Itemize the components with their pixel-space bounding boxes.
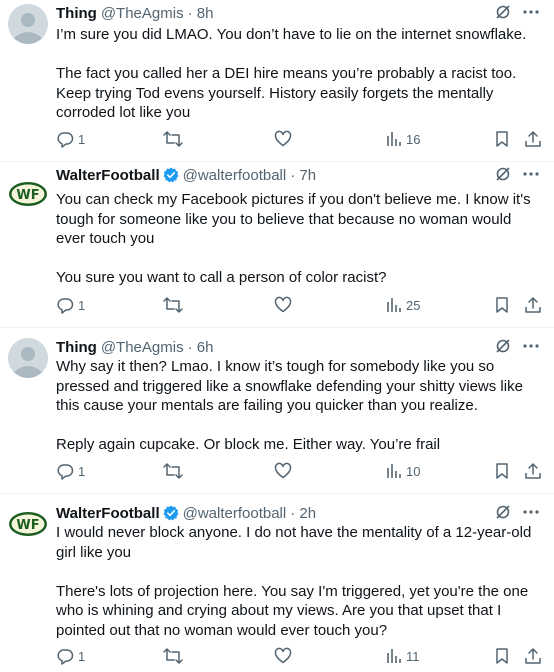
display-name[interactable]: WalterFootball [56, 505, 160, 522]
like-icon [274, 130, 292, 147]
share-button[interactable] [524, 129, 542, 149]
repost-button[interactable] [163, 461, 183, 481]
bookmark-button[interactable] [494, 295, 510, 315]
tweet-text: I’m sure you did LMAO. You don’t have to… [56, 26, 527, 122]
bookmark-button[interactable] [494, 129, 510, 149]
views-icon [387, 298, 401, 312]
repost-icon [163, 463, 183, 479]
tweet-text: Why say it then? Lmao. I know it’s tough… [56, 358, 523, 454]
repost-button[interactable] [163, 129, 183, 149]
share-icon [525, 648, 541, 664]
timestamp[interactable]: · 8h [188, 5, 214, 22]
reply-button[interactable]: 1 [56, 646, 85, 666]
views-count: 16 [406, 131, 421, 147]
tweet[interactable]: Thing @TheAgmis · 6h Why say it then? Lm… [0, 328, 554, 494]
verified-badge-icon [163, 505, 179, 521]
views-icon [387, 132, 401, 146]
svg-text:WF: WF [16, 518, 39, 533]
timestamp[interactable]: · 2h [290, 505, 316, 522]
tweet[interactable]: Thing @TheAgmis · 8h I’m sure you did LM… [0, 0, 554, 162]
views-count: 25 [406, 297, 421, 313]
reply-button[interactable]: 1 [56, 461, 85, 481]
like-icon [274, 296, 292, 313]
reply-button[interactable]: 1 [56, 295, 85, 315]
views-button[interactable]: 16 [386, 129, 420, 149]
repost-icon [163, 297, 183, 313]
bookmark-icon [496, 463, 508, 479]
user-handle[interactable]: @TheAgmis [101, 339, 184, 356]
share-button[interactable] [524, 646, 542, 666]
share-button[interactable] [524, 295, 542, 315]
repost-button[interactable] [163, 646, 183, 666]
timestamp[interactable]: · 6h [188, 339, 214, 356]
like-button[interactable] [274, 129, 292, 149]
reply-icon [57, 649, 74, 665]
share-icon [525, 463, 541, 479]
avatar[interactable] [8, 4, 48, 44]
share-button[interactable] [524, 461, 542, 481]
bookmark-icon [496, 297, 508, 313]
bookmark-button[interactable] [494, 461, 510, 481]
views-icon [387, 464, 401, 478]
display-name[interactable]: Thing [56, 5, 97, 22]
like-icon [274, 462, 292, 479]
avatar[interactable]: WF [8, 504, 48, 544]
bookmark-button[interactable] [494, 646, 510, 666]
user-handle[interactable]: @walterfootball [183, 167, 287, 184]
tweet-text: I would never block anyone. I do not hav… [56, 524, 532, 639]
tweet-text: You can check my Facebook pictures if yo… [56, 191, 531, 287]
repost-icon [163, 131, 183, 147]
reply-count: 1 [78, 131, 86, 147]
tweet[interactable]: WF WalterFootball @walterfootball · 7h Y… [0, 162, 554, 328]
avatar[interactable]: WF [8, 174, 48, 214]
user-handle[interactable]: @walterfootball [183, 505, 287, 522]
display-name[interactable]: WalterFootball [56, 167, 160, 184]
like-button[interactable] [274, 295, 292, 315]
grok-icon[interactable] [494, 3, 512, 26]
like-button[interactable] [274, 461, 292, 481]
verified-badge-icon [163, 167, 179, 183]
views-count: 11 [406, 648, 420, 664]
tweet[interactable]: WF WalterFootball @walterfootball · 2h I… [0, 494, 554, 672]
reply-button[interactable]: 1 [56, 129, 85, 149]
avatar[interactable] [8, 338, 48, 378]
repost-icon [163, 648, 183, 664]
reply-count: 1 [78, 648, 86, 664]
views-icon [387, 649, 401, 663]
reply-icon [57, 132, 74, 148]
grok-icon[interactable] [494, 165, 512, 188]
views-button[interactable]: 25 [386, 295, 420, 315]
timestamp[interactable]: · 7h [290, 167, 316, 184]
bookmark-icon [496, 648, 508, 664]
more-icon[interactable] [522, 3, 540, 26]
views-button[interactable]: 11 [386, 646, 420, 666]
repost-button[interactable] [163, 295, 183, 315]
reply-count: 1 [78, 297, 86, 313]
bookmark-icon [496, 131, 508, 147]
reply-count: 1 [78, 463, 86, 479]
reply-icon [57, 298, 74, 314]
views-button[interactable]: 10 [386, 461, 420, 481]
reply-icon [57, 464, 74, 480]
like-button[interactable] [274, 646, 292, 666]
share-icon [525, 131, 541, 147]
display-name[interactable]: Thing [56, 339, 97, 356]
more-icon[interactable] [522, 165, 540, 188]
user-handle[interactable]: @TheAgmis [101, 5, 184, 22]
like-icon [274, 647, 292, 664]
share-icon [525, 297, 541, 313]
svg-text:WF: WF [16, 188, 39, 203]
views-count: 10 [406, 463, 421, 479]
